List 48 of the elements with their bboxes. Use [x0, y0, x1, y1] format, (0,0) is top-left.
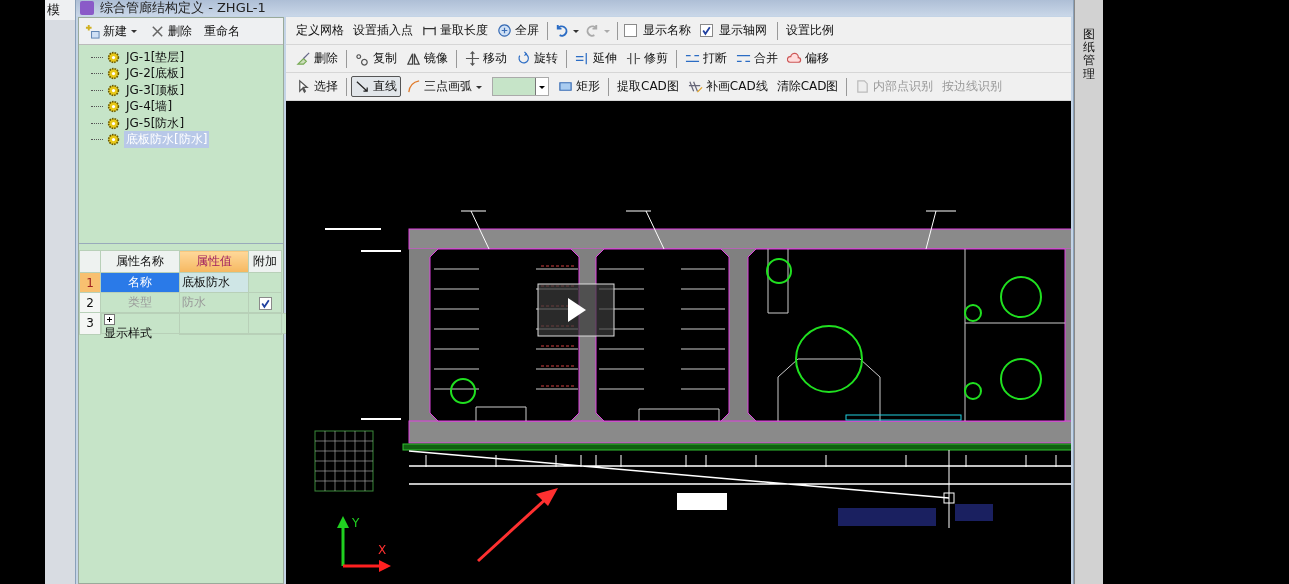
- toolbar-button[interactable]: 修剪: [622, 48, 672, 69]
- toolbar-button[interactable]: 全屏: [493, 20, 543, 41]
- row-number: 1: [79, 272, 101, 293]
- new-button[interactable]: 新建: [81, 20, 142, 42]
- toolbar-button[interactable]: 补画CAD线: [683, 76, 772, 97]
- toolbar-button[interactable]: 设置插入点: [349, 20, 417, 41]
- toolbar-button[interactable]: 合并: [732, 48, 782, 69]
- toolbar-button[interactable]: 偏移: [783, 48, 833, 69]
- toolbar-button[interactable]: 三点画弧: [402, 76, 487, 97]
- toolbar-button[interactable]: 设置比例: [782, 20, 838, 41]
- toolbar-button[interactable]: 选择: [292, 76, 342, 97]
- toolbar-button[interactable]: 直线: [351, 76, 401, 97]
- toolbar-button[interactable]: 清除CAD图: [772, 76, 843, 97]
- toolbar-button[interactable]: 提取CAD图: [613, 76, 683, 97]
- checkbox-text: 显示轴网: [719, 22, 767, 39]
- checkbox-label[interactable]: 显示名称: [622, 22, 697, 39]
- toolbar-button[interactable]: 镜像: [402, 48, 452, 69]
- row-number: 3: [79, 312, 101, 334]
- tree-item[interactable]: JG-5[防水]: [124, 114, 187, 132]
- toolbar-button[interactable]: 移动: [461, 48, 511, 69]
- tree-item[interactable]: JG-1[垫层]: [124, 48, 187, 66]
- window-title: 综合管廊结构定义 - ZHGL-1: [100, 0, 266, 17]
- axis-label: X: [378, 543, 387, 557]
- column-header[interactable]: 属性值: [179, 250, 249, 273]
- column-header[interactable]: 属性名称: [100, 250, 180, 273]
- checkbox-text: 显示名称: [643, 22, 691, 39]
- row-number: 2: [79, 292, 101, 313]
- side-tab[interactable]: 图纸管理: [1083, 28, 1095, 81]
- toolbar-button[interactable]: 复制: [351, 48, 401, 69]
- checkbox-label[interactable]: 显示轴网: [698, 22, 773, 39]
- axis-label: Y: [352, 516, 360, 530]
- tree-item[interactable]: JG-2[底板]: [124, 65, 187, 83]
- property-name: 显示样式: [104, 325, 153, 342]
- delete-button[interactable]: 删除: [146, 20, 196, 42]
- toolbar-button[interactable]: 量取长度: [418, 20, 492, 41]
- toolbar-button[interactable]: 定义网格: [292, 20, 348, 41]
- toolbar-button[interactable]: 旋转: [512, 48, 562, 69]
- toolbar-button[interactable]: 矩形: [554, 76, 604, 97]
- toolbar-button[interactable]: 删除: [292, 48, 342, 69]
- toolbar-button[interactable]: 延伸: [571, 48, 621, 69]
- property-name: 名称: [128, 275, 152, 289]
- module-label: 模: [45, 0, 75, 20]
- property-name: 类型: [128, 295, 152, 309]
- tree-item[interactable]: JG-3[顶板]: [124, 81, 187, 99]
- toolbar-button[interactable]: 打断: [681, 48, 731, 69]
- tree-item[interactable]: JG-4[墙]: [124, 98, 175, 116]
- column-header[interactable]: 附加: [248, 250, 282, 273]
- rename-button[interactable]: 重命名: [200, 20, 244, 42]
